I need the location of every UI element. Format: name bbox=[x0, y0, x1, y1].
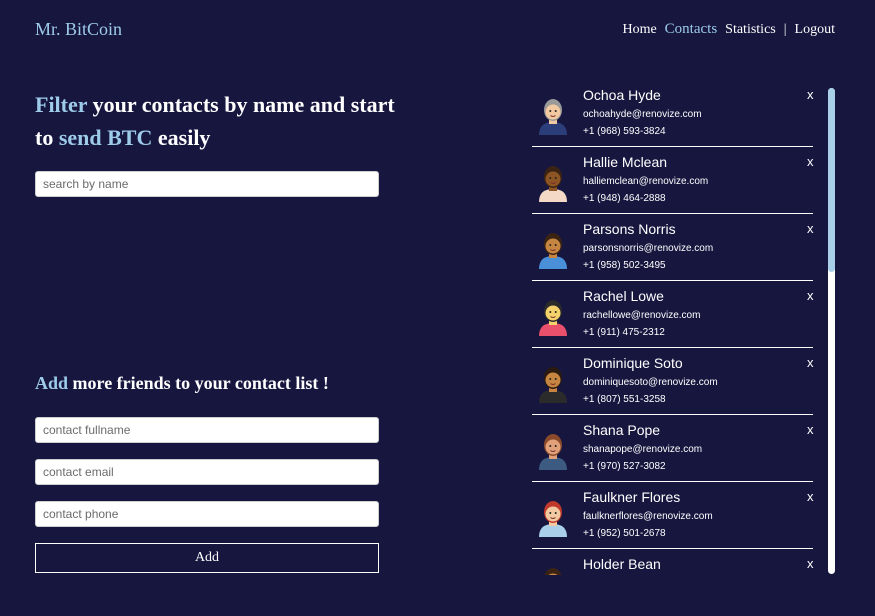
contact-phone: +1 (807) 551-3258 bbox=[583, 394, 666, 405]
contact-item[interactable]: Dominique Soto dominiquesoto@renovize.com… bbox=[532, 348, 814, 415]
contact-email: rachellowe@renovize.com bbox=[583, 310, 701, 321]
contact-item[interactable]: Faulkner Flores faulknerflores@renovize.c… bbox=[532, 482, 814, 549]
contact-item[interactable]: Holder Bean x bbox=[532, 549, 814, 575]
remove-contact-button[interactable]: x bbox=[807, 556, 814, 571]
contact-name: Dominique Soto bbox=[583, 355, 683, 371]
contact-phone: +1 (958) 502-3495 bbox=[583, 260, 666, 271]
avatar-short-hair-icon bbox=[539, 233, 567, 269]
contact-phone: +1 (952) 501-2678 bbox=[583, 528, 666, 539]
contact-name: Rachel Lowe bbox=[583, 288, 664, 304]
filter-text-2: easily bbox=[152, 125, 211, 150]
avatar-long-hair-icon bbox=[539, 434, 567, 470]
nav-contacts[interactable]: Contacts bbox=[665, 21, 718, 38]
add-keyword: Add bbox=[35, 373, 69, 393]
contact-name: Faulkner Flores bbox=[583, 489, 681, 505]
contact-item[interactable]: Ochoa Hyde ochoahyde@renovize.com +1 (968)… bbox=[532, 80, 814, 147]
nav-home[interactable]: Home bbox=[622, 22, 656, 38]
remove-contact-button[interactable]: x bbox=[807, 489, 814, 504]
brand-logo[interactable]: Mr. BitCoin bbox=[35, 19, 122, 40]
contact-name: Holder Bean bbox=[583, 556, 661, 572]
send-btc-keyword: send BTC bbox=[58, 125, 153, 150]
contact-name: Shana Pope bbox=[583, 422, 661, 438]
contact-item[interactable]: Hallie Mclean halliemclean@renovize.com +1… bbox=[532, 147, 814, 214]
remove-contact-button[interactable]: x bbox=[807, 221, 814, 236]
main-nav: Home Contacts Statistics | Logout bbox=[622, 21, 835, 38]
avatar-gray-hair-icon bbox=[539, 99, 567, 135]
remove-contact-button[interactable]: x bbox=[807, 87, 814, 102]
email-input[interactable] bbox=[35, 459, 379, 485]
avatar-beanie-icon bbox=[539, 300, 567, 336]
contact-phone: +1 (948) 464-2888 bbox=[583, 193, 666, 204]
nav-statistics[interactable]: Statistics bbox=[725, 22, 776, 38]
scrollbar-thumb[interactable] bbox=[828, 88, 835, 272]
remove-contact-button[interactable]: x bbox=[807, 154, 814, 169]
add-heading: Add more friends to your contact list ! bbox=[35, 373, 329, 394]
search-input[interactable] bbox=[35, 171, 379, 197]
filter-heading: Filter your contacts by name and start t… bbox=[35, 88, 395, 154]
contact-name: Ochoa Hyde bbox=[583, 87, 661, 103]
nav-logout[interactable]: Logout bbox=[795, 22, 835, 38]
contact-email: dominiquesoto@renovize.com bbox=[583, 377, 718, 388]
contact-list-scrollbar[interactable] bbox=[828, 88, 835, 574]
contact-name: Hallie Mclean bbox=[583, 154, 668, 170]
contact-phone: +1 (968) 593-3824 bbox=[583, 126, 666, 137]
contact-item[interactable]: Parsons Norris parsonsnorris@renovize.com… bbox=[532, 214, 814, 281]
phone-input[interactable] bbox=[35, 501, 379, 527]
fullname-input[interactable] bbox=[35, 417, 379, 443]
remove-contact-button[interactable]: x bbox=[807, 355, 814, 370]
contact-email: ochoahyde@renovize.com bbox=[583, 109, 702, 120]
contact-item[interactable]: Shana Pope shanapope@renovize.com +1 (970)… bbox=[532, 415, 814, 482]
nav-separator: | bbox=[783, 22, 787, 37]
contact-list[interactable]: Ochoa Hyde ochoahyde@renovize.com +1 (968)… bbox=[532, 80, 837, 575]
contact-email: faulknerflores@renovize.com bbox=[583, 511, 713, 522]
avatar-bun-hair-icon bbox=[539, 166, 567, 202]
add-heading-text: more friends to your contact list ! bbox=[68, 373, 329, 393]
remove-contact-button[interactable]: x bbox=[807, 288, 814, 303]
add-contact-button[interactable]: Add bbox=[35, 543, 379, 573]
filter-keyword: Filter bbox=[35, 92, 88, 117]
contact-email: shanapope@renovize.com bbox=[583, 444, 703, 455]
contact-item[interactable]: Rachel Lowe rachellowe@renovize.com +1 (91… bbox=[532, 281, 814, 348]
contact-phone: +1 (911) 475-2312 bbox=[583, 327, 665, 338]
contact-email: halliemclean@renovize.com bbox=[583, 176, 709, 187]
avatar-curly-hair-icon bbox=[539, 367, 567, 403]
remove-contact-button[interactable]: x bbox=[807, 422, 814, 437]
contact-email: parsonsnorris@renovize.com bbox=[583, 243, 714, 254]
avatar-icon bbox=[544, 568, 562, 575]
contact-name: Parsons Norris bbox=[583, 221, 676, 237]
avatar-beard-icon bbox=[539, 501, 567, 537]
contact-phone: +1 (970) 527-3082 bbox=[583, 461, 666, 472]
